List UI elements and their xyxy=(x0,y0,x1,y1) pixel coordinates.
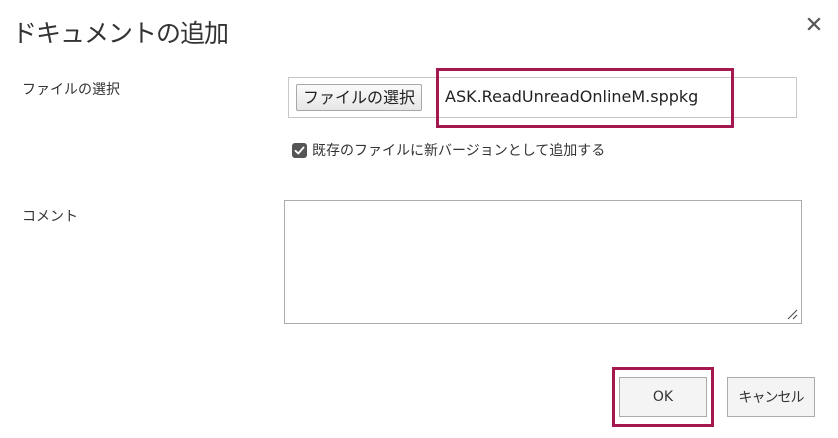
comment-label: コメント xyxy=(22,209,78,225)
checkmark-icon xyxy=(294,146,305,154)
cancel-button[interactable]: キャンセル xyxy=(727,377,815,417)
selected-file-name: ASK.ReadUnreadOnlineM.sppkg xyxy=(445,87,699,106)
add-as-new-version-label: 既存のファイルに新バージョンとして追加する xyxy=(312,143,606,159)
dialog-title: ドキュメントの追加 xyxy=(12,19,229,48)
add-as-new-version-option[interactable]: 既存のファイルに新バージョンとして追加する xyxy=(292,140,605,160)
close-icon[interactable] xyxy=(804,14,824,34)
comment-textarea[interactable] xyxy=(284,200,802,324)
choose-file-button[interactable]: ファイルの選択 xyxy=(296,84,423,111)
file-input[interactable]: ファイルの選択 ASK.ReadUnreadOnlineM.sppkg xyxy=(288,77,797,118)
resize-handle-icon[interactable] xyxy=(785,307,798,320)
add-as-new-version-checkbox[interactable] xyxy=(292,142,307,158)
ok-button[interactable]: OK xyxy=(619,377,707,417)
file-select-label: ファイルの選択 xyxy=(22,82,120,98)
